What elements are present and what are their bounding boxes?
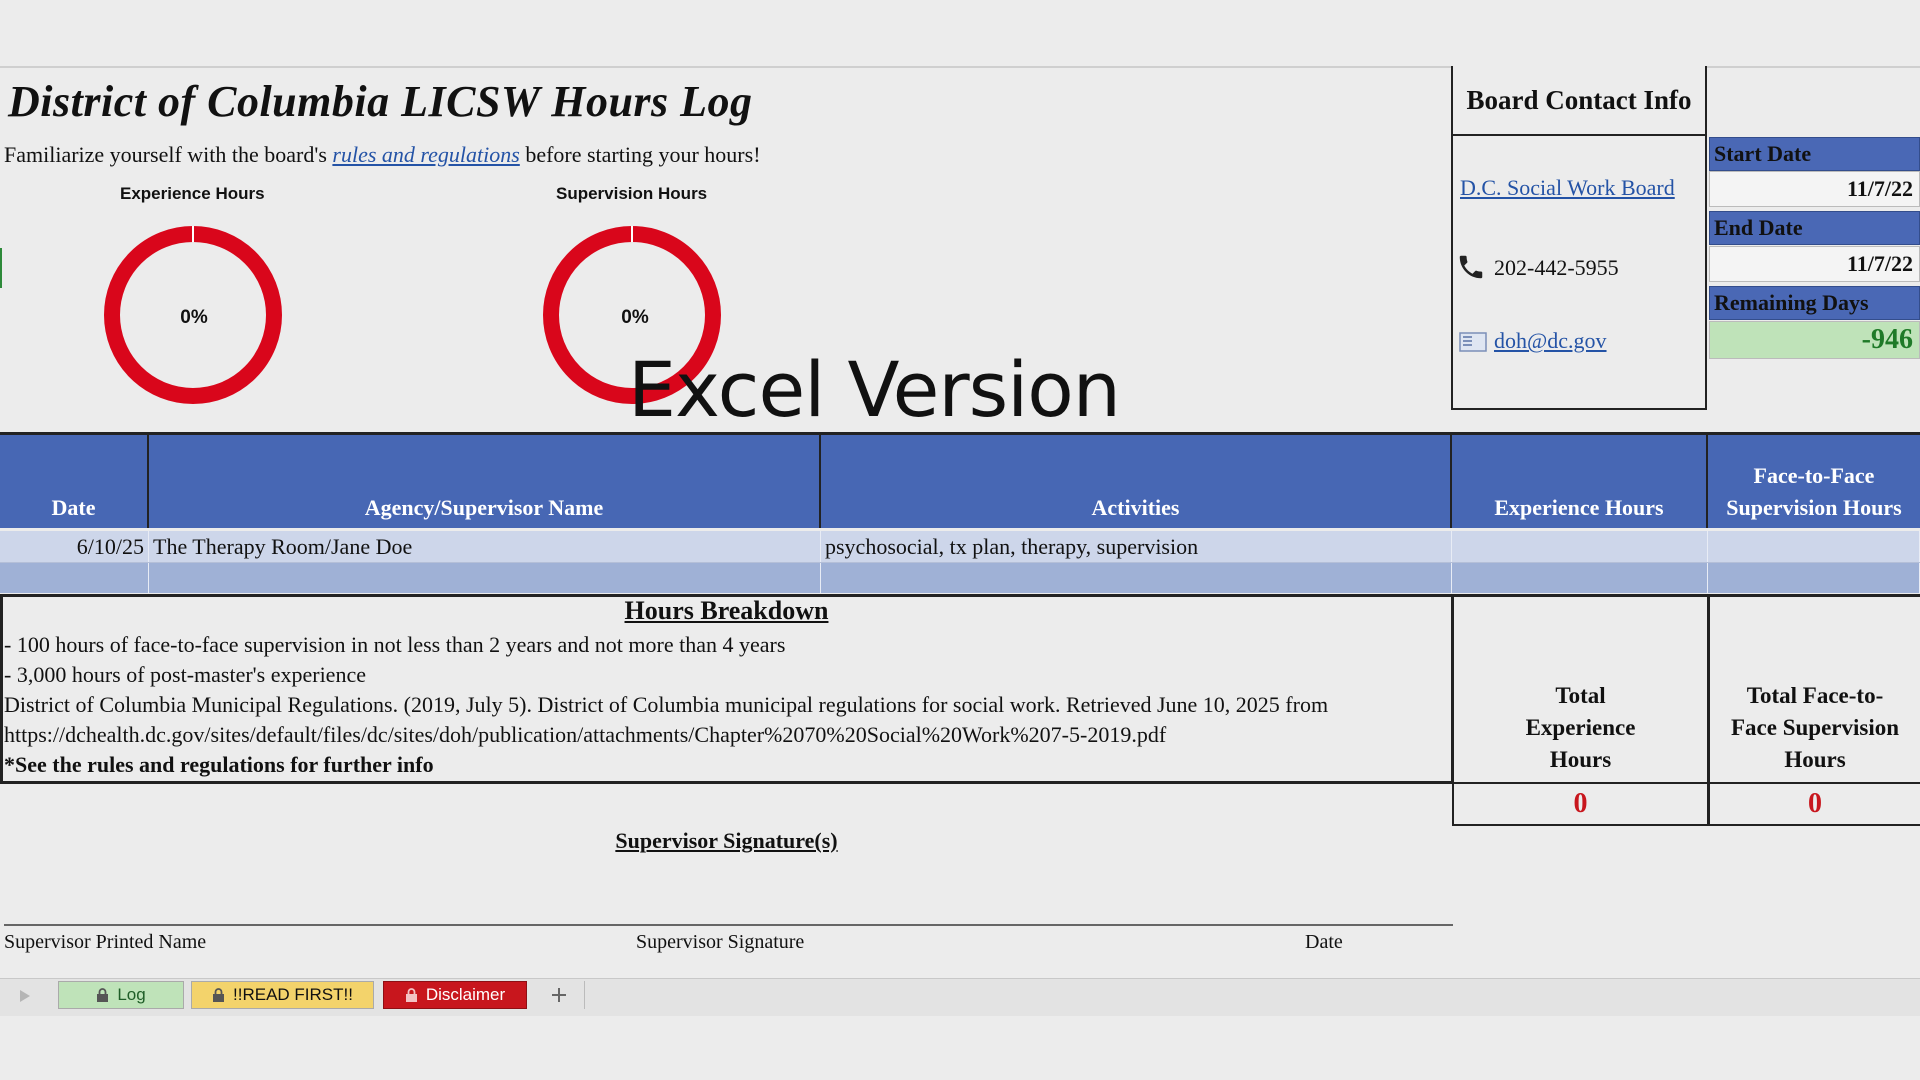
bottom-area bbox=[0, 1016, 1920, 1080]
signature-title: Supervisor Signature(s) bbox=[615, 828, 838, 853]
total-supervision-value: 0 bbox=[1708, 784, 1920, 826]
tab-read-first[interactable]: !!READ FIRST!! bbox=[191, 981, 374, 1009]
intro-text: Familiarize yourself with the board's ru… bbox=[4, 142, 761, 168]
empty-activities-cell[interactable] bbox=[821, 563, 1452, 593]
header-experience-hours[interactable]: Experience Hours bbox=[1452, 432, 1708, 528]
experience-gauge-value: 0% bbox=[180, 307, 208, 328]
row-selection-marker bbox=[0, 248, 2, 288]
start-date-cell[interactable]: 11/7/22 bbox=[1709, 171, 1920, 207]
rules-link[interactable]: rules and regulations bbox=[332, 142, 519, 167]
supervision-gauge-value: 0% bbox=[621, 307, 649, 328]
phone-number: 202-442-5955 bbox=[1494, 255, 1619, 280]
intro-before: Familiarize yourself with the board's bbox=[4, 142, 333, 167]
signature-line bbox=[4, 924, 1453, 926]
remaining-days-label: Remaining Days bbox=[1709, 286, 1920, 320]
breakdown-url: https://dchealth.dc.gov/sites/default/fi… bbox=[4, 722, 1167, 747]
signature-date-label: Date bbox=[1305, 931, 1343, 953]
lock-icon bbox=[213, 987, 225, 1002]
start-date-label: Start Date bbox=[1709, 137, 1920, 171]
header-supervision-hours[interactable]: Face-to-Face Supervision Hours bbox=[1708, 432, 1920, 528]
header-date[interactable]: Date bbox=[0, 432, 149, 528]
tab-log[interactable]: Log bbox=[58, 981, 184, 1009]
contact-header: Board Contact Info bbox=[1451, 66, 1707, 136]
email-link[interactable]: doh@dc.gov bbox=[1494, 328, 1607, 354]
intro-after: before starting your hours! bbox=[519, 142, 761, 167]
tab-disclaimer[interactable]: Disclaimer bbox=[383, 981, 527, 1009]
breakdown-line: District of Columbia Municipal Regulatio… bbox=[4, 692, 1329, 717]
supervision-gauge-label: Supervision Hours bbox=[556, 184, 708, 203]
row-activities-cell[interactable]: psychosocial, tx plan, therapy, supervis… bbox=[821, 531, 1452, 562]
breakdown-note: *See the rules and regulations for furth… bbox=[4, 752, 434, 777]
table-row-empty bbox=[0, 563, 1920, 593]
remaining-days-value: -946 bbox=[1709, 321, 1920, 359]
lock-icon bbox=[97, 987, 109, 1002]
breakdown-title: Hours Breakdown bbox=[624, 596, 829, 625]
tab-read-first-label: !!READ FIRST!! bbox=[233, 985, 353, 1004]
lock-icon bbox=[405, 987, 417, 1002]
row-date-cell[interactable]: 6/10/25 bbox=[0, 531, 149, 562]
row-supervision-cell[interactable] bbox=[1708, 531, 1920, 562]
signature-label: Supervisor Signature bbox=[636, 931, 805, 953]
board-link[interactable]: D.C. Social Work Board bbox=[1460, 175, 1675, 201]
tab-log-label: Log bbox=[117, 985, 146, 1004]
empty-supervision-cell[interactable] bbox=[1708, 563, 1920, 593]
total-experience-label: Total Experience Hours bbox=[1452, 594, 1709, 784]
experience-gauge-chart: 0% bbox=[104, 226, 282, 404]
empty-agency-cell[interactable] bbox=[149, 563, 821, 593]
phone-icon bbox=[1456, 252, 1486, 287]
breakdown-line: - 100 hours of face-to-face supervision … bbox=[4, 632, 786, 657]
end-date-cell[interactable]: 11/7/22 bbox=[1709, 246, 1920, 282]
email-icon bbox=[1458, 330, 1488, 359]
excel-version-overlay: Excel Version bbox=[628, 345, 1121, 434]
experience-gauge: 0% bbox=[102, 224, 284, 406]
play-arrow-icon[interactable] bbox=[18, 988, 32, 1009]
experience-gauge-label: Experience Hours bbox=[120, 184, 265, 203]
header-agency[interactable]: Agency/Supervisor Name bbox=[149, 432, 821, 528]
total-supervision-label: Total Face-to-Face Supervision Hours bbox=[1708, 594, 1920, 784]
plus-icon[interactable] bbox=[550, 986, 568, 1009]
table-row: 6/10/25 The Therapy Room/Jane Doe psycho… bbox=[0, 531, 1920, 563]
empty-experience-cell[interactable] bbox=[1452, 563, 1708, 593]
row-experience-cell[interactable] bbox=[1452, 531, 1708, 562]
end-date-label: End Date bbox=[1709, 211, 1920, 245]
page-title: District of Columbia LICSW Hours Log bbox=[8, 77, 753, 126]
row-agency-cell[interactable]: The Therapy Room/Jane Doe bbox=[149, 531, 821, 562]
printed-name-label: Supervisor Printed Name bbox=[4, 931, 207, 953]
empty-date-cell[interactable] bbox=[0, 563, 149, 593]
breakdown-line: - 3,000 hours of post-master's experienc… bbox=[4, 662, 366, 687]
header-activities[interactable]: Activities bbox=[821, 432, 1452, 528]
total-experience-value: 0 bbox=[1452, 784, 1709, 826]
tab-divider bbox=[584, 981, 585, 1009]
tab-disclaimer-label: Disclaimer bbox=[425, 985, 506, 1004]
